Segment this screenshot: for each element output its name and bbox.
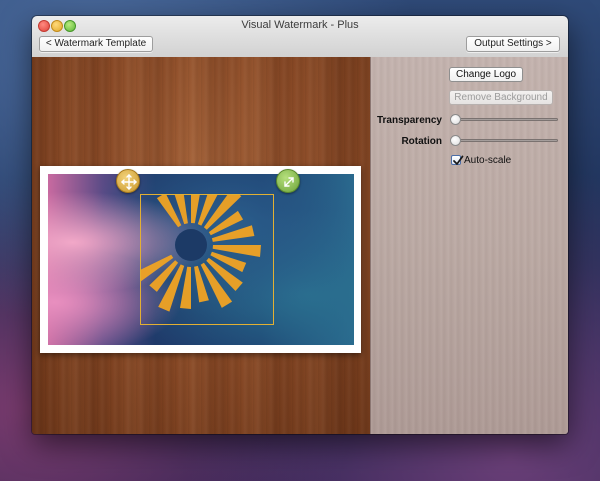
photo-frame (40, 166, 361, 353)
rotation-slider-thumb[interactable] (450, 135, 461, 146)
resize-arrows-icon (284, 177, 294, 187)
autoscale-checkbox[interactable] (451, 155, 464, 165)
rotation-slider[interactable] (452, 139, 558, 142)
preview-area (32, 57, 370, 434)
sunburst-hub (175, 229, 207, 261)
watermark-template-button[interactable]: < Watermark Template (39, 36, 153, 52)
move-handle[interactable] (116, 169, 140, 193)
sunburst-logo (141, 195, 261, 312)
window-title: Visual Watermark - Plus (241, 19, 359, 31)
rotation-label: Rotation (401, 136, 442, 147)
output-settings-button[interactable]: Output Settings > (466, 36, 560, 52)
scale-handle[interactable] (276, 169, 300, 193)
title-bar: Visual Watermark - Plus < Watermark Temp… (32, 16, 568, 58)
move-arrows-icon (121, 174, 137, 190)
change-logo-button[interactable]: Change Logo (449, 67, 523, 82)
logo-selection-box[interactable] (140, 194, 274, 325)
preview-photo (48, 174, 354, 345)
transparency-label: Transparency (376, 115, 442, 126)
autoscale-label: Auto-scale (464, 155, 512, 166)
app-window: Visual Watermark - Plus < Watermark Temp… (32, 16, 568, 434)
transparency-slider[interactable] (452, 118, 558, 121)
settings-panel: Change Logo Remove Background Transparen… (370, 57, 568, 434)
checkmark-icon (453, 155, 464, 165)
transparency-slider-thumb[interactable] (450, 114, 461, 125)
remove-background-button[interactable]: Remove Background (449, 90, 553, 105)
